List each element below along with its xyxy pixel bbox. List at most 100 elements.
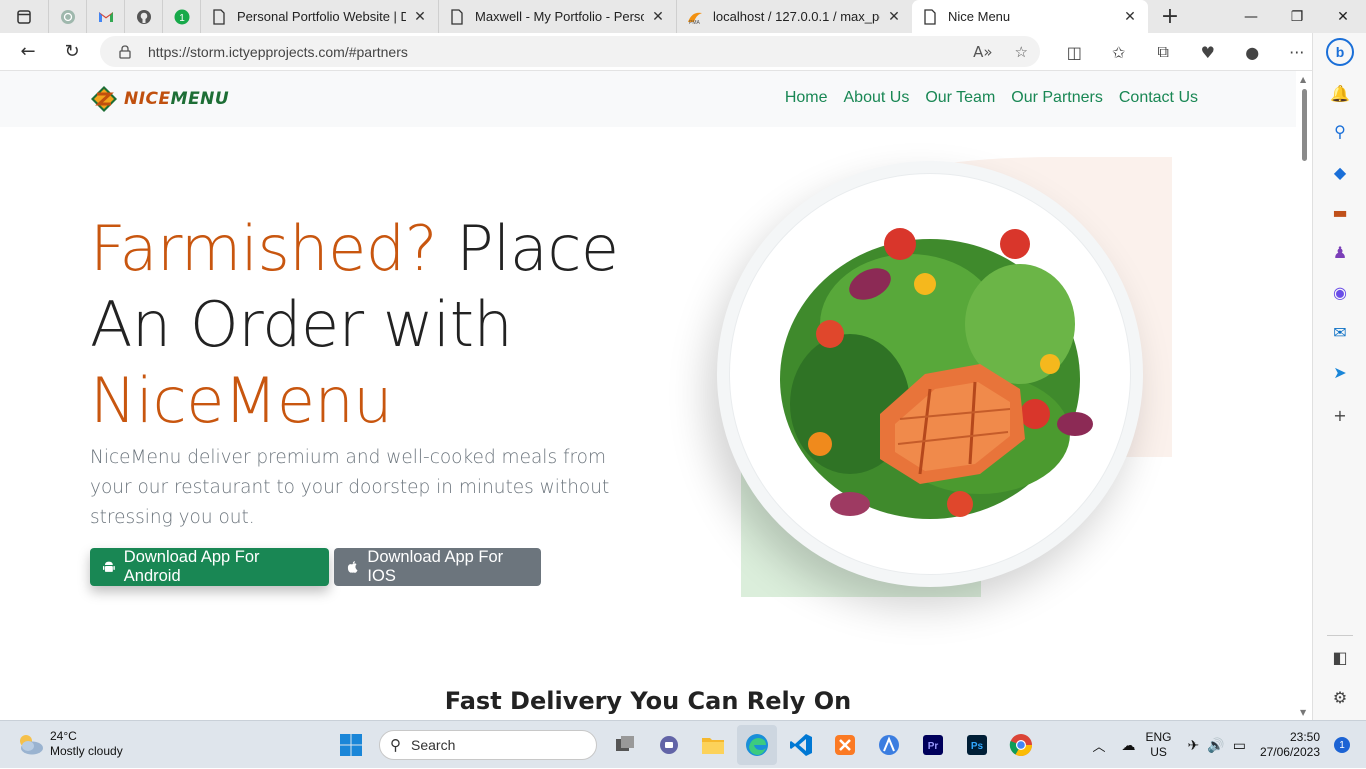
browser-essentials-icon[interactable]: ♥ [1186,43,1231,62]
battery-icon[interactable]: ▭ [1233,737,1246,754]
nav-link-home[interactable]: Home [785,89,828,107]
games-icon[interactable]: ♟ [1328,240,1352,264]
clock[interactable]: 23:50 27/06/2023 [1260,730,1320,760]
nav-link-our-team[interactable]: Our Team [925,89,995,107]
vscode-button[interactable] [781,725,821,765]
cloud-sun-icon [20,735,43,755]
bell-icon[interactable]: 🔔 [1328,81,1352,105]
logo-text: NICEMENU [124,89,229,109]
refresh-button[interactable]: ↻ [50,33,94,71]
notification-badge[interactable]: 1 [1334,737,1350,753]
site-nav-links: Home About Us Our Team Our Partners Cont… [785,89,1198,107]
green-badge-icon: 1 [174,9,189,24]
drop-icon[interactable]: ➤ [1328,360,1352,384]
tab-actions-icon [17,9,31,24]
shopping-tag-icon[interactable]: ◆ [1328,160,1352,184]
page-icon [924,8,936,25]
airplane-mode-icon[interactable]: ✈ [1188,737,1200,754]
nav-link-our-partners[interactable]: Our Partners [1011,89,1103,107]
page-scrollbar[interactable]: ▲ ▼ [1296,71,1312,720]
svg-text:Pr: Pr [928,741,939,752]
taskbar-search-input[interactable]: ⚲ Search [379,730,597,760]
plus-icon: + [1160,4,1180,29]
bing-chat-icon[interactable]: b [1325,37,1355,67]
tab-title: Nice Menu [948,9,1011,24]
pinned-tab-github[interactable] [124,0,162,33]
teams-chat-button[interactable] [649,725,689,765]
nav-link-contact-us[interactable]: Contact Us [1119,89,1198,107]
new-tab-button[interactable]: + [1152,4,1188,29]
refresh-icon: ↻ [64,41,80,62]
file-explorer-button[interactable] [693,725,733,765]
premiere-icon: Pr [923,735,943,755]
tab-portfolio-dashboard[interactable]: Personal Portfolio Website | Dash ✕ [200,0,438,33]
tools-icon[interactable]: ▬ [1328,200,1352,224]
salmon-salad-illustration [780,228,1093,519]
read-aloud-icon[interactable]: A» [973,43,992,61]
hide-sidebar-icon[interactable]: ◧ [1328,645,1352,669]
profile-icon[interactable]: ● [1230,43,1275,62]
task-view-button[interactable] [605,725,645,765]
lock-icon [119,44,131,59]
onedrive-cloud-icon[interactable]: ☁ [1122,737,1136,754]
photoshop-button[interactable]: Ps [957,725,997,765]
weather-widget[interactable]: 24°C Mostly cloudy [16,729,123,759]
volume-icon[interactable]: 🔊 [1207,737,1224,754]
xampp-button[interactable] [825,725,865,765]
region-code: US [1150,745,1167,759]
logo-emblem-icon [91,86,117,112]
edge-taskbar-button[interactable] [737,725,777,765]
favorite-star-icon[interactable]: ☆ [1015,43,1028,61]
restore-button[interactable]: ❐ [1274,0,1320,33]
scrollbar-thumb[interactable] [1302,89,1307,161]
browser-tab-bar: 1 Personal Portfolio Website | Dash ✕ Ma… [0,0,1366,33]
arrow-left-icon: ← [20,41,36,62]
browser-toolbar: ← ↻ https://storm.ictyepprojects.com/#pa… [0,33,1312,71]
start-button[interactable] [331,725,371,765]
gmail-icon [98,12,113,22]
show-hidden-icons-chevron-icon[interactable]: ︿ [1093,736,1106,755]
search-icon: ⚲ [390,737,401,754]
favorites-icon[interactable]: ✩ [1097,43,1142,62]
section-title-fast-delivery: Fast Delivery You Can Rely On [444,687,852,715]
folder-icon [702,738,724,754]
android-studio-button[interactable] [869,725,909,765]
settings-gear-icon[interactable]: ⚙ [1328,685,1352,709]
close-window-button[interactable]: ✕ [1320,0,1366,33]
back-button[interactable]: ← [6,33,50,71]
collections-icon[interactable]: ⧉ [1141,42,1186,62]
language-indicator[interactable]: ENG US [1146,730,1172,760]
close-tab-icon[interactable]: ✕ [650,8,666,25]
tab-actions-button[interactable] [0,0,48,33]
page-icon [451,8,463,25]
scroll-down-icon[interactable]: ▼ [1300,708,1306,717]
close-tab-icon[interactable]: ✕ [412,8,428,25]
download-ios-button[interactable]: Download App For IOS [334,548,541,586]
pinned-tab-gmail[interactable] [86,0,124,33]
clock-date: 27/06/2023 [1259,745,1320,759]
office-icon[interactable]: ◉ [1328,280,1352,304]
tab-maxwell-portfolio[interactable]: Maxwell - My Portfolio - Persona ✕ [438,0,676,33]
logo-text-menu: MENU [170,89,230,109]
split-screen-icon[interactable]: ◫ [1052,43,1097,62]
pinned-tab-chatgpt[interactable] [48,0,86,33]
nav-link-about-us[interactable]: About Us [844,89,910,107]
pinned-tab-notification[interactable]: 1 [162,0,200,33]
tab-phpmyadmin[interactable]: PMA localhost / 127.0.0.1 / max_portfo ✕ [676,0,912,33]
chrome-button[interactable] [1001,725,1041,765]
close-tab-icon[interactable]: ✕ [1122,8,1138,25]
download-android-button[interactable]: Download App For Android [90,548,329,586]
tab-nice-menu[interactable]: Nice Menu ✕ [912,0,1148,33]
tab-title: Personal Portfolio Website | Dash [237,9,406,24]
svg-text:Ps: Ps [971,741,984,752]
site-logo[interactable]: NICEMENU [90,85,229,113]
close-tab-icon[interactable]: ✕ [886,8,902,25]
premiere-pro-button[interactable]: Pr [913,725,953,765]
outlook-icon[interactable]: ✉ [1328,320,1352,344]
search-icon[interactable]: ⚲ [1328,119,1352,143]
tab-title: Maxwell - My Portfolio - Persona [475,9,644,24]
address-bar[interactable]: https://storm.ictyepprojects.com/#partne… [100,36,1040,67]
add-sidebar-app-icon[interactable]: + [1328,403,1352,427]
scroll-up-icon[interactable]: ▲ [1300,75,1306,84]
minimize-button[interactable]: — [1228,0,1274,33]
